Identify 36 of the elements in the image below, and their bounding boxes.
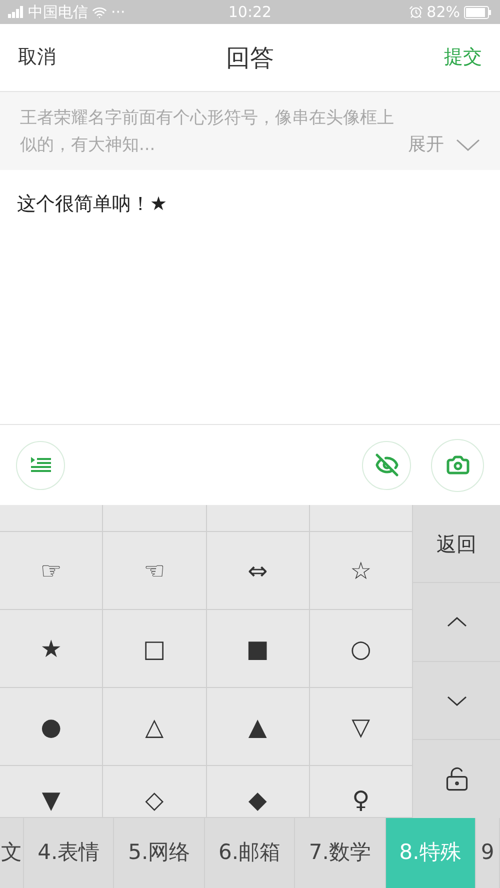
more-dots: ···: [111, 2, 126, 23]
list-icon: [30, 456, 52, 474]
category-tab[interactable]: 5.网络: [114, 818, 205, 888]
page-title: 回答: [226, 42, 274, 74]
cancel-button[interactable]: 取消: [18, 43, 56, 72]
alarm-icon: [408, 5, 423, 19]
indent-button[interactable]: [16, 440, 65, 490]
symbol-key[interactable]: ■: [206, 610, 310, 688]
symbol-key[interactable]: □: [103, 610, 206, 688]
wifi-icon: [92, 4, 107, 20]
symbol-key[interactable]: ☞: [0, 532, 104, 610]
clock-time: 10:22: [228, 2, 272, 23]
chevron-up-icon: [446, 617, 466, 627]
question-text: 王者荣耀名字前面有个心形符号，像串在头像框上似的，有大神知...: [20, 107, 395, 157]
battery-percent: 82%: [426, 2, 460, 23]
signal-icon: [8, 6, 24, 18]
eye-off-icon: [374, 453, 398, 477]
battery-icon: [464, 6, 492, 18]
symbol-key[interactable]: △: [103, 688, 206, 766]
symbol-key[interactable]: ☜: [103, 532, 206, 610]
symbol-key[interactable]: ⇔: [206, 532, 310, 610]
category-tab[interactable]: 4.表情: [24, 818, 114, 888]
category-tab[interactable]: 6.邮箱: [204, 818, 296, 888]
chevron-down-icon: [456, 138, 480, 150]
carrier-name: 中国电信: [28, 2, 88, 23]
chevron-down-icon: [446, 696, 466, 706]
camera-button[interactable]: [431, 438, 484, 492]
symbol-key[interactable]: ★: [0, 610, 104, 688]
camera-icon: [446, 453, 470, 477]
unlock-icon: [444, 766, 470, 792]
visibility-button[interactable]: [362, 440, 411, 490]
symbol-key[interactable]: ●: [0, 688, 104, 766]
answer-field[interactable]: 这个很简单呐！★: [0, 170, 500, 425]
category-tab[interactable]: 文: [0, 818, 24, 888]
category-tab[interactable]: 9: [476, 818, 500, 888]
symbol-key[interactable]: ▲: [206, 688, 310, 766]
